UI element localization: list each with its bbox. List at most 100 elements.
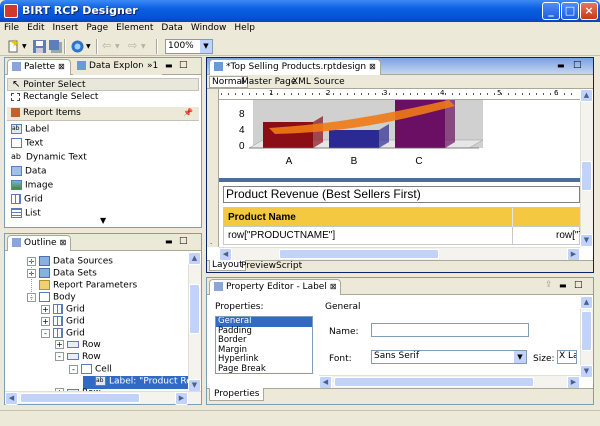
palette-item-grid[interactable]: Grid xyxy=(5,194,201,207)
property-vscroll[interactable]: ▲ ▼ xyxy=(580,296,593,378)
tab-properties[interactable]: Properties xyxy=(209,388,265,401)
maximize-button[interactable]: □ xyxy=(561,2,579,20)
table-header-row[interactable]: Product Name xyxy=(223,207,580,227)
scroll-right-icon[interactable]: ▶ xyxy=(175,392,188,405)
save-icon[interactable] xyxy=(32,39,47,54)
scroll-down-icon[interactable]: ▼ xyxy=(580,234,593,247)
tool-rectangle-select[interactable]: Rectangle Select xyxy=(5,92,201,105)
scroll-down-icon[interactable]: ▼ xyxy=(100,216,106,225)
palette-item-data[interactable]: Data xyxy=(5,166,201,179)
scroll-up-icon[interactable]: ▲ xyxy=(580,89,593,102)
expand-icon[interactable]: + xyxy=(55,340,64,349)
tab-outline[interactable]: Outline ⊠ xyxy=(7,235,71,251)
collapse-icon[interactable]: - xyxy=(55,352,64,361)
pin-icon[interactable]: 📌 xyxy=(183,108,193,117)
cell-product-name[interactable]: row["PRODUCTNAME"] xyxy=(228,230,335,241)
chevron-down-icon[interactable]: ▼ xyxy=(514,351,526,363)
palette-item-label[interactable]: ab Label xyxy=(5,124,201,137)
menu-file[interactable]: File xyxy=(0,22,23,33)
maximize-view-icon[interactable]: □ xyxy=(179,60,188,70)
minimize-button[interactable]: _ xyxy=(542,2,560,20)
size-select[interactable]: X La xyxy=(557,350,577,364)
minimize-view-icon[interactable]: ▬ xyxy=(559,281,567,290)
ruler-corner xyxy=(207,89,219,100)
maximize-view-icon[interactable]: □ xyxy=(179,236,188,246)
close-icon[interactable]: ⊠ xyxy=(330,282,337,291)
property-category-item[interactable]: Page Break xyxy=(216,364,312,373)
tab-overflow[interactable]: »1 xyxy=(143,59,163,75)
property-vscroll-thumb[interactable] xyxy=(581,311,592,351)
close-icon[interactable]: ⊠ xyxy=(59,238,66,247)
up-arrow-icon[interactable]: ⇪ xyxy=(545,280,553,290)
properties-category-list[interactable]: General Padding Border Margin Hyperlink Page … xyxy=(215,316,313,374)
editor-vscroll[interactable]: ▲ ▼ xyxy=(580,89,593,247)
close-button[interactable]: × xyxy=(580,2,598,20)
tool-pointer-select[interactable]: ↖ Pointer Select xyxy=(7,78,199,91)
expand-icon[interactable]: + xyxy=(41,316,50,326)
back-icon[interactable]: ⇦ xyxy=(102,39,111,52)
editor-hscroll-thumb[interactable] xyxy=(279,249,439,259)
collapse-icon[interactable]: - xyxy=(41,328,50,338)
outline-vscroll-thumb[interactable] xyxy=(189,284,200,334)
report-items-drawer[interactable]: Report Items 📌 xyxy=(7,107,199,121)
view-master-page[interactable]: Master Page xyxy=(241,77,296,87)
table-detail-row[interactable]: row["PRODUCTNAME"] row["T xyxy=(223,227,580,245)
pointer-icon: ↖ xyxy=(12,79,21,90)
menu-window[interactable]: Window xyxy=(187,22,231,33)
zoom-select[interactable]: 100% ▼ xyxy=(165,39,213,54)
menu-data[interactable]: Data xyxy=(157,22,187,33)
chevron-down-icon[interactable]: ▼ xyxy=(200,40,212,53)
tab-preview[interactable]: Preview xyxy=(241,261,276,271)
tab-property-editor[interactable]: Property Editor - Label ⊠ xyxy=(209,279,342,295)
close-icon[interactable]: ⊠ xyxy=(58,62,65,71)
run-dropdown-icon[interactable]: ▼ xyxy=(86,43,91,50)
menu-page[interactable]: Page xyxy=(82,22,112,33)
scroll-up-icon[interactable]: ▲ xyxy=(580,296,593,309)
scroll-left-icon[interactable]: ◀ xyxy=(5,392,18,405)
editor-vscroll-thumb[interactable] xyxy=(581,161,592,191)
tab-palette[interactable]: Palette ⊠ xyxy=(7,59,71,75)
y-tick-label: 8 xyxy=(239,109,245,120)
view-xml-source[interactable]: XML Source xyxy=(292,77,345,87)
maximize-view-icon[interactable]: □ xyxy=(574,280,583,290)
new-file-icon[interactable] xyxy=(6,39,21,54)
palette-item-text[interactable]: Text xyxy=(5,138,201,151)
close-icon[interactable]: ⊠ xyxy=(369,62,376,71)
expand-icon[interactable]: + xyxy=(41,304,50,314)
status-bar xyxy=(0,410,600,426)
property-hscroll[interactable]: ◀ ▶ xyxy=(319,375,580,389)
menu-help[interactable]: Help xyxy=(230,22,259,33)
menu-edit[interactable]: Edit xyxy=(23,22,48,33)
tab-script[interactable]: Script xyxy=(276,261,302,271)
palette-item-image[interactable]: Image xyxy=(5,180,201,193)
report-title-label[interactable]: Product Revenue (Best Sellers First) xyxy=(223,186,580,203)
minimize-view-icon[interactable]: ▬ xyxy=(165,61,173,70)
label-icon: ab xyxy=(11,124,22,134)
forward-dropdown-icon[interactable]: ▼ xyxy=(141,43,146,50)
scroll-up-icon[interactable]: ▲ xyxy=(188,252,201,265)
editor-hscroll[interactable]: ◀ ▶ xyxy=(219,247,580,261)
menu-insert[interactable]: Insert xyxy=(49,22,83,33)
font-select[interactable]: Sans Serif ▼ xyxy=(371,350,527,364)
new-dropdown-icon[interactable]: ▼ xyxy=(22,43,27,50)
maximize-view-icon[interactable]: □ xyxy=(573,60,582,70)
palette-item-dynamic-text[interactable]: ab Dynamic Text xyxy=(5,152,201,165)
minimize-view-icon[interactable]: ▬ xyxy=(165,237,173,246)
chart[interactable]: 0 4 8 A B C xyxy=(219,100,580,174)
tab-report-file[interactable]: *Top Selling Products.rptdesign ⊠ xyxy=(209,59,381,75)
collapse-icon[interactable]: - xyxy=(69,364,78,374)
minimize-view-icon[interactable]: ▬ xyxy=(557,61,565,70)
property-hscroll-thumb[interactable] xyxy=(334,377,534,387)
save-all-icon[interactable] xyxy=(48,39,63,54)
forward-icon[interactable]: ⇨ xyxy=(128,39,137,52)
cell-total[interactable]: row["T xyxy=(556,230,580,241)
name-input[interactable] xyxy=(371,323,529,337)
grid-icon xyxy=(53,304,63,314)
outline-hscroll[interactable]: ◀ ▶ xyxy=(5,391,201,405)
back-dropdown-icon[interactable]: ▼ xyxy=(115,43,120,50)
scroll-down-icon[interactable]: ▼ xyxy=(580,365,593,378)
outline-hscroll-thumb[interactable] xyxy=(20,393,140,403)
menu-element[interactable]: Element xyxy=(112,22,157,33)
run-icon[interactable] xyxy=(70,39,85,54)
outline-vscroll[interactable]: ▲ ▼ xyxy=(188,252,201,392)
